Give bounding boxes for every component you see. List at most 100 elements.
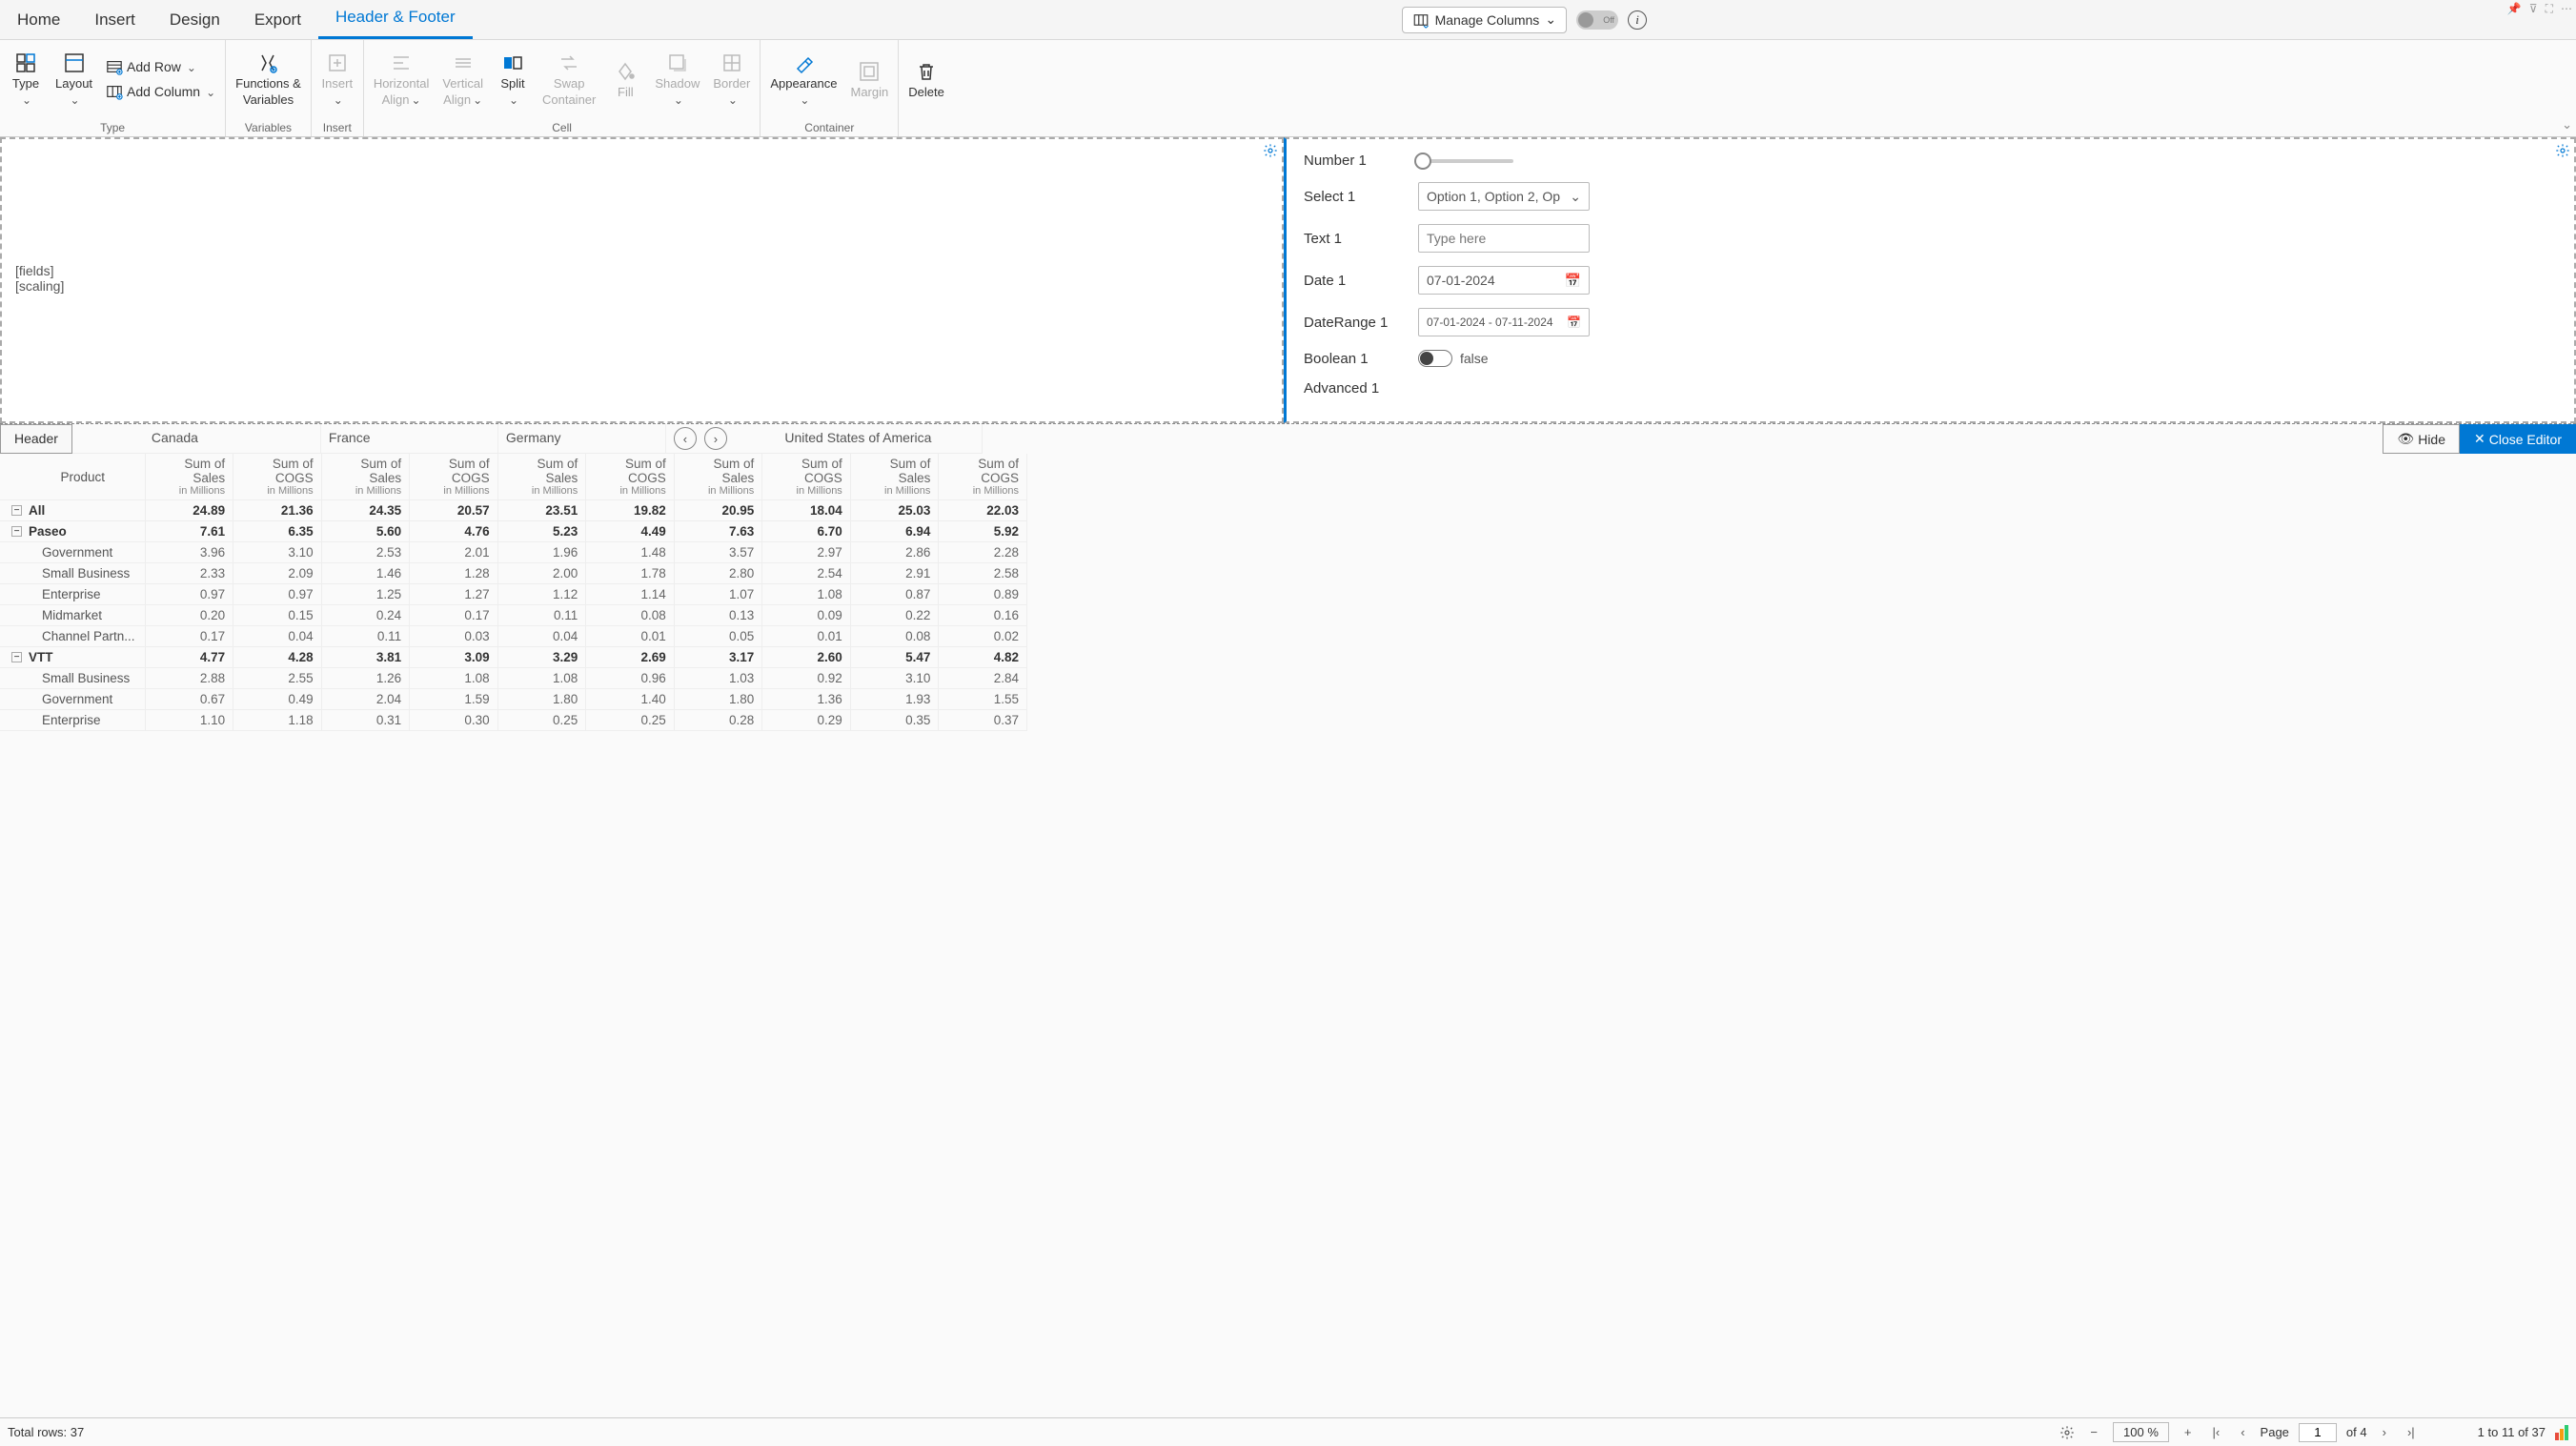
row-name-cell[interactable]: −VTT bbox=[0, 647, 145, 668]
page-label: Page bbox=[2261, 1425, 2289, 1439]
data-cell: 3.96 bbox=[145, 542, 233, 563]
data-cell: 0.09 bbox=[762, 605, 851, 626]
insert-dropdown-button[interactable]: Insert bbox=[315, 44, 359, 114]
data-cell: 7.63 bbox=[674, 521, 762, 542]
param-number-label: Number 1 bbox=[1304, 153, 1418, 169]
functions-variables-button[interactable]: Functions & Variables bbox=[230, 44, 307, 114]
container-group-label: Container bbox=[764, 121, 894, 136]
tab-export[interactable]: Export bbox=[237, 3, 318, 39]
chevron-down-icon bbox=[204, 84, 215, 99]
auto-toggle[interactable]: Off bbox=[1576, 10, 1618, 30]
page-prev-button[interactable]: ‹ bbox=[2235, 1423, 2250, 1441]
row-name-cell[interactable]: Channel Partn... bbox=[0, 626, 145, 647]
boolean-toggle[interactable] bbox=[1418, 350, 1452, 367]
text-input[interactable] bbox=[1418, 224, 1590, 253]
info-icon[interactable]: i bbox=[1628, 10, 1647, 30]
fill-button[interactable]: Fill bbox=[603, 44, 647, 114]
border-dropdown-button[interactable]: Border bbox=[707, 44, 756, 114]
margin-button[interactable]: Margin bbox=[845, 44, 895, 114]
select-dropdown[interactable]: Option 1, Option 2, Op ⌄ bbox=[1418, 182, 1590, 211]
window-controls: 📌 ⊽ ⛶ ⋯ bbox=[2507, 2, 2572, 16]
zoom-in-button[interactable]: + bbox=[2179, 1423, 2198, 1441]
close-editor-button[interactable]: ✕ Close Editor bbox=[2460, 424, 2576, 454]
hide-button[interactable]: 👁 Hide bbox=[2383, 424, 2460, 454]
tab-header-footer[interactable]: Header & Footer bbox=[318, 0, 473, 39]
type-dropdown-button[interactable]: Type bbox=[4, 44, 48, 114]
data-cell: 2.58 bbox=[939, 563, 1027, 584]
expand-icon[interactable]: ⛶ bbox=[2546, 2, 2553, 16]
header-editor-panel: [fields] [scaling] Number 1 Select 1 Opt… bbox=[0, 137, 2576, 423]
tab-design[interactable]: Design bbox=[152, 3, 237, 39]
add-column-button[interactable]: Add Column bbox=[100, 81, 221, 102]
param-daterange-label: DateRange 1 bbox=[1304, 315, 1418, 331]
row-name-cell[interactable]: Government bbox=[0, 542, 145, 563]
data-cell: 1.12 bbox=[497, 584, 586, 605]
data-cell: 0.05 bbox=[674, 626, 762, 647]
cell-group-label: Cell bbox=[368, 121, 757, 136]
zoom-out-button[interactable]: − bbox=[2084, 1423, 2103, 1441]
page-last-button[interactable]: ›| bbox=[2402, 1423, 2421, 1441]
number-slider[interactable] bbox=[1418, 159, 1513, 163]
pin-icon[interactable]: 📌 bbox=[2507, 2, 2522, 16]
page-current-input[interactable] bbox=[2299, 1423, 2337, 1442]
page-first-button[interactable]: |‹ bbox=[2206, 1423, 2225, 1441]
vertical-align-button[interactable]: Vertical Align bbox=[436, 44, 489, 114]
add-row-button[interactable]: Add Row bbox=[100, 56, 221, 77]
delete-button[interactable]: Delete bbox=[903, 44, 950, 114]
collapse-icon[interactable]: − bbox=[11, 505, 22, 516]
row-name-cell[interactable]: Midmarket bbox=[0, 605, 145, 626]
daterange-input[interactable]: 07-01-2024 - 07-11-2024 📅 bbox=[1418, 308, 1590, 336]
more-icon[interactable]: ⋯ bbox=[2561, 2, 2572, 16]
data-cell: 5.92 bbox=[939, 521, 1027, 542]
collapse-icon[interactable]: − bbox=[11, 652, 22, 662]
data-cell: 1.48 bbox=[586, 542, 675, 563]
tab-insert[interactable]: Insert bbox=[77, 3, 152, 39]
data-cell: 1.08 bbox=[410, 668, 498, 689]
data-cell: 1.08 bbox=[762, 584, 851, 605]
horizontal-align-button[interactable]: Horizontal Align bbox=[368, 44, 436, 114]
collapse-ribbon-icon[interactable]: ⌄ bbox=[2558, 113, 2576, 136]
data-cell: 0.08 bbox=[586, 605, 675, 626]
row-name-cell[interactable]: Small Business bbox=[0, 668, 145, 689]
column-nav-prev[interactable]: ‹ bbox=[674, 427, 697, 450]
data-cell: 1.14 bbox=[586, 584, 675, 605]
column-nav-next[interactable]: › bbox=[704, 427, 727, 450]
boolean-value: false bbox=[1460, 351, 1489, 366]
data-cell: 0.11 bbox=[321, 626, 410, 647]
filter-icon[interactable]: ⊽ bbox=[2529, 2, 2538, 16]
manage-columns-dropdown[interactable]: Manage Columns ⌄ bbox=[1402, 7, 1567, 33]
tab-home[interactable]: Home bbox=[0, 3, 77, 39]
gear-icon[interactable] bbox=[2555, 143, 2570, 158]
data-cell: 0.87 bbox=[850, 584, 939, 605]
settings-gear-icon[interactable] bbox=[2059, 1425, 2075, 1440]
split-dropdown-button[interactable]: Split bbox=[491, 44, 535, 114]
col-header: Sum of Salesin Millions bbox=[674, 454, 762, 500]
data-cell: 0.25 bbox=[497, 710, 586, 731]
header-left-cell[interactable]: [fields] [scaling] bbox=[0, 137, 1284, 423]
row-name-cell[interactable]: Enterprise bbox=[0, 710, 145, 731]
data-cell: 1.03 bbox=[674, 668, 762, 689]
row-name-cell[interactable]: Small Business bbox=[0, 563, 145, 584]
page-next-button[interactable]: › bbox=[2377, 1423, 2392, 1441]
header-right-cell[interactable]: Number 1 Select 1 Option 1, Option 2, Op… bbox=[1284, 137, 2576, 423]
top-tabbar: Home Insert Design Export Header & Foote… bbox=[0, 0, 2576, 40]
shadow-dropdown-button[interactable]: Shadow bbox=[649, 44, 705, 114]
header-pane-button[interactable]: Header bbox=[0, 424, 72, 454]
data-cell: 4.49 bbox=[586, 521, 675, 542]
gear-icon[interactable] bbox=[1263, 143, 1278, 158]
layout-dropdown-button[interactable]: Layout bbox=[50, 44, 98, 114]
appearance-dropdown-button[interactable]: Appearance bbox=[764, 44, 842, 114]
data-cell: 3.10 bbox=[850, 668, 939, 689]
data-cell: 2.33 bbox=[145, 563, 233, 584]
collapse-icon[interactable]: − bbox=[11, 526, 22, 537]
row-name-cell[interactable]: −All bbox=[0, 500, 145, 521]
date-input[interactable]: 07-01-2024 📅 bbox=[1418, 266, 1590, 295]
swap-container-button[interactable]: Swap Container bbox=[537, 44, 601, 114]
data-cell: 1.59 bbox=[410, 689, 498, 710]
row-name-cell[interactable]: Government bbox=[0, 689, 145, 710]
row-name-cell[interactable]: −Paseo bbox=[0, 521, 145, 542]
row-name-cell[interactable]: Enterprise bbox=[0, 584, 145, 605]
zoom-level: 100 % bbox=[2113, 1422, 2169, 1442]
table-row: Channel Partn...0.170.040.110.030.040.01… bbox=[0, 626, 1027, 647]
country-header-canada: Canada bbox=[144, 424, 321, 454]
